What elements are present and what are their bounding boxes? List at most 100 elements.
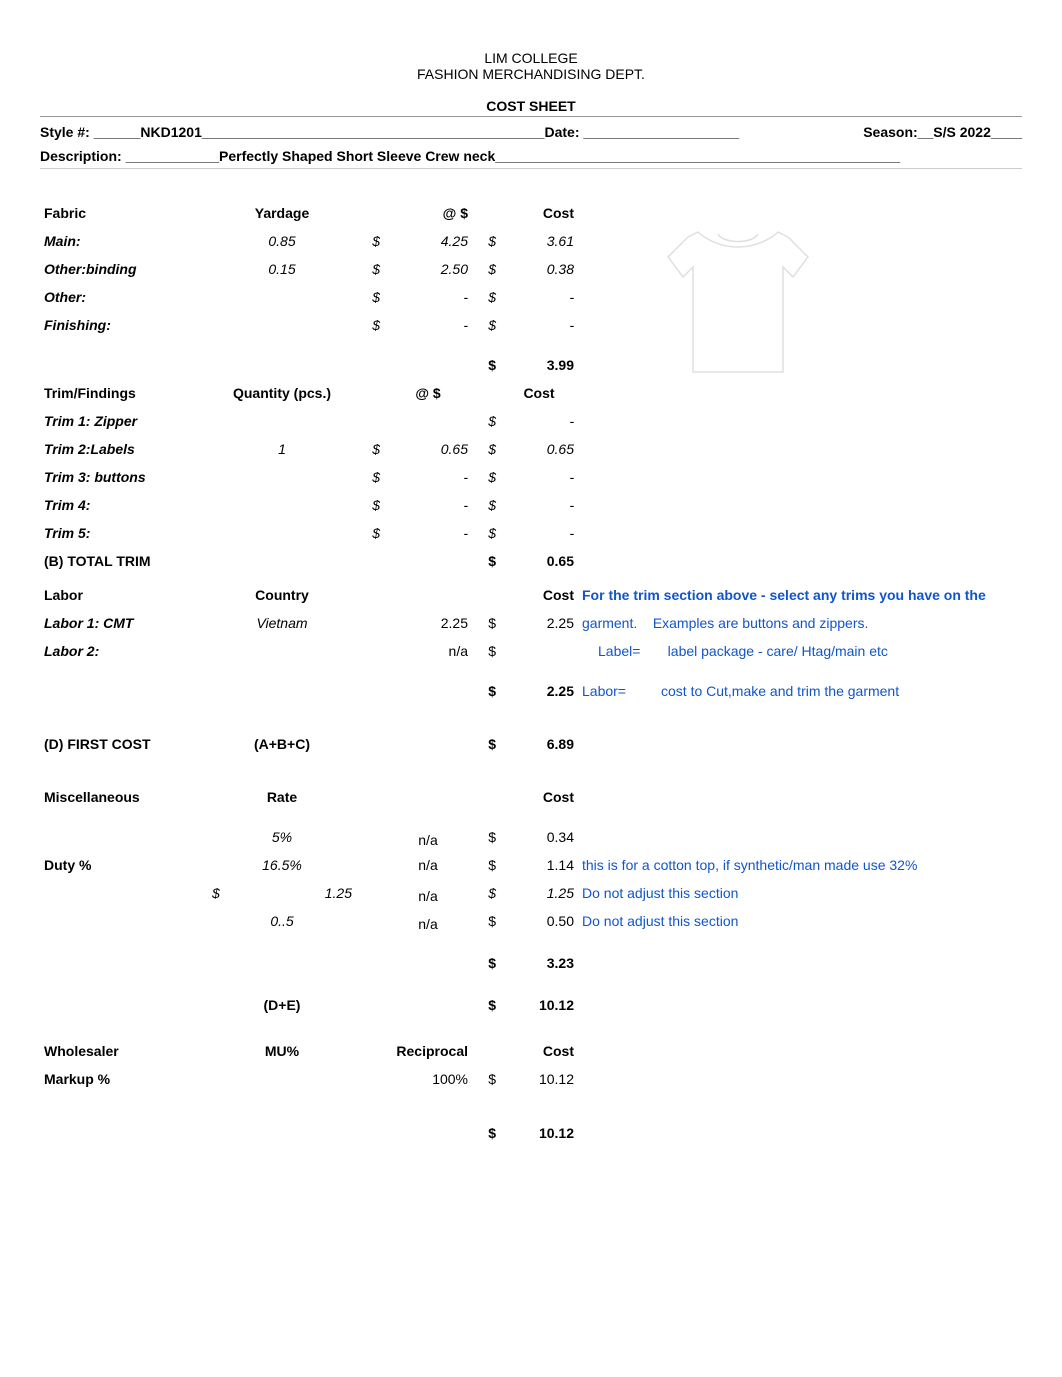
labor-note: Label= (598, 643, 640, 659)
fabric-rate: - (384, 311, 472, 339)
qty-head: Quantity (pcs.) (208, 379, 356, 407)
misc-rate: 16.5% (208, 851, 356, 879)
style-trail: ________________________________________… (202, 124, 545, 140)
labor-rate: n/a (384, 637, 472, 665)
wh-head: Wholesaler (40, 1037, 208, 1065)
fabric-row-label: Main: (40, 227, 208, 255)
misc-mid: n/a (384, 907, 472, 935)
at-head: @ $ (384, 199, 472, 227)
trim-head: Trim/Findings (40, 379, 208, 407)
fabric-cost: 0.38 (500, 255, 578, 283)
labor-row-label: Labor 2: (40, 637, 208, 665)
fabric-rate: 2.50 (384, 255, 472, 283)
fabric-row-label: Other: (40, 283, 208, 311)
misc-rate: 0..5 (208, 907, 356, 935)
date-label: Date: ____________________ (544, 124, 739, 140)
fabric-cost: - (500, 283, 578, 311)
misc-mid: n/a (384, 879, 472, 907)
misc-cost: 0.50 (500, 907, 578, 935)
desc-label: Description: ____________ (40, 148, 219, 164)
style-value: NKD1201 (140, 124, 201, 140)
labor-note: cost to Cut,make and trim the garment (661, 683, 899, 699)
trim-row-label: Trim 5: (40, 519, 208, 547)
trim-rate: - (384, 491, 472, 519)
labor-head: Labor (40, 581, 208, 609)
trim-total-label: (B) TOTAL TRIM (40, 547, 208, 575)
misc-cost: 1.25 (500, 879, 578, 907)
wh-cost-head: Cost (500, 1037, 578, 1065)
labor-subtotal: 2.25 (500, 677, 578, 705)
yardage-head: Yardage (208, 199, 356, 227)
labor-note: Examples are buttons and zippers. (653, 615, 869, 631)
misc-note: this is for a cotton top, if synthetic/m… (578, 851, 1022, 879)
trim-cost-head: Cost (500, 379, 578, 407)
org-line2: FASHION MERCHANDISING DEPT. (40, 66, 1022, 82)
misc-cost: 1.14 (500, 851, 578, 879)
misc-row-label: Duty % (40, 851, 208, 879)
fabric-yardage: 0.15 (208, 255, 356, 283)
labor-note: garment. (582, 615, 637, 631)
first-cost-label: (D) FIRST COST (40, 730, 208, 758)
labor-table: Labor Country Cost For the trim section … (40, 581, 1022, 705)
labor-note: label package - care/ Htag/main etc (668, 643, 888, 659)
labor-rate: 2.25 (384, 609, 472, 637)
misc-note: Do not adjust this section (578, 879, 1022, 907)
trim-cost: - (500, 407, 578, 435)
rate-head: Rate (208, 783, 356, 811)
misc-subtotal: 3.23 (500, 949, 578, 977)
first-cost-formula: (A+B+C) (208, 730, 356, 758)
fabric-row-label: Finishing: (40, 311, 208, 339)
wh-cost: 10.12 (500, 1065, 578, 1093)
mu-head: MU% (208, 1037, 356, 1065)
labor-cost: 2.25 (500, 609, 578, 637)
trim-rate: - (384, 463, 472, 491)
wholesale-table: Wholesaler MU% Reciprocal Cost Markup % … (40, 1037, 1022, 1147)
trim-cost: 0.65 (500, 435, 578, 463)
misc-cost: 0.34 (500, 823, 578, 851)
misc-prefix: $ (212, 885, 220, 901)
misc-cost-head: Cost (500, 783, 578, 811)
fabric-yardage: 0.85 (208, 227, 356, 255)
trim-row-label: Trim 4: (40, 491, 208, 519)
markup-label: Markup % (40, 1065, 208, 1093)
de-value: 10.12 (500, 991, 578, 1019)
trim-row-label: Trim 3: buttons (40, 463, 208, 491)
misc-mid: n/a (384, 823, 472, 851)
fabric-rate: 4.25 (384, 227, 472, 255)
org-line1: LIM COLLEGE (40, 50, 1022, 66)
recip-value: 100% (384, 1065, 472, 1093)
trim-row-label: Trim 2:Labels (40, 435, 208, 463)
cost-head: Cost (500, 199, 578, 227)
desc-trail: ________________________________________… (495, 148, 900, 164)
trim-at-head: @ $ (384, 379, 472, 407)
fabric-cost: - (500, 311, 578, 339)
misc-table: Miscellaneous Rate Cost 5% n/a $ 0.34 Du… (40, 783, 1022, 1019)
fabric-row-label: Other:binding (40, 255, 208, 283)
country-head: Country (208, 581, 356, 609)
trim-rate: 0.65 (384, 435, 472, 463)
fabric-cost: 3.61 (500, 227, 578, 255)
trim-total: 0.65 (500, 547, 578, 575)
wh-total: 10.12 (500, 1119, 578, 1147)
de-label: (D+E) (208, 991, 356, 1019)
trim-cost: - (500, 519, 578, 547)
desc-value: Perfectly Shaped Short Sleeve Crew neck (219, 148, 495, 164)
recip-head: Reciprocal (384, 1037, 472, 1065)
labor-note: For the trim section above - select any … (578, 581, 1022, 609)
misc-mid: n/a (384, 851, 472, 879)
first-cost-value: 6.89 (500, 730, 578, 758)
misc-head: Miscellaneous (40, 783, 208, 811)
misc-note: Do not adjust this section (578, 907, 1022, 935)
labor-note: Labor= (582, 683, 626, 699)
labor-cost-head: Cost (500, 581, 578, 609)
season-value: S/S 2022____ (933, 124, 1022, 140)
trim-cost: - (500, 463, 578, 491)
trim-qty: 1 (208, 435, 356, 463)
garment-sketch (638, 202, 838, 402)
trim-row-label: Trim 1: Zipper (40, 407, 208, 435)
misc-rate: 1.25 (325, 885, 352, 901)
page-title: COST SHEET (40, 92, 1022, 117)
labor-country: Vietnam (208, 609, 356, 637)
season-label: Season:__ (863, 124, 933, 140)
first-cost-table: (D) FIRST COST (A+B+C) $ 6.89 (40, 730, 1022, 758)
